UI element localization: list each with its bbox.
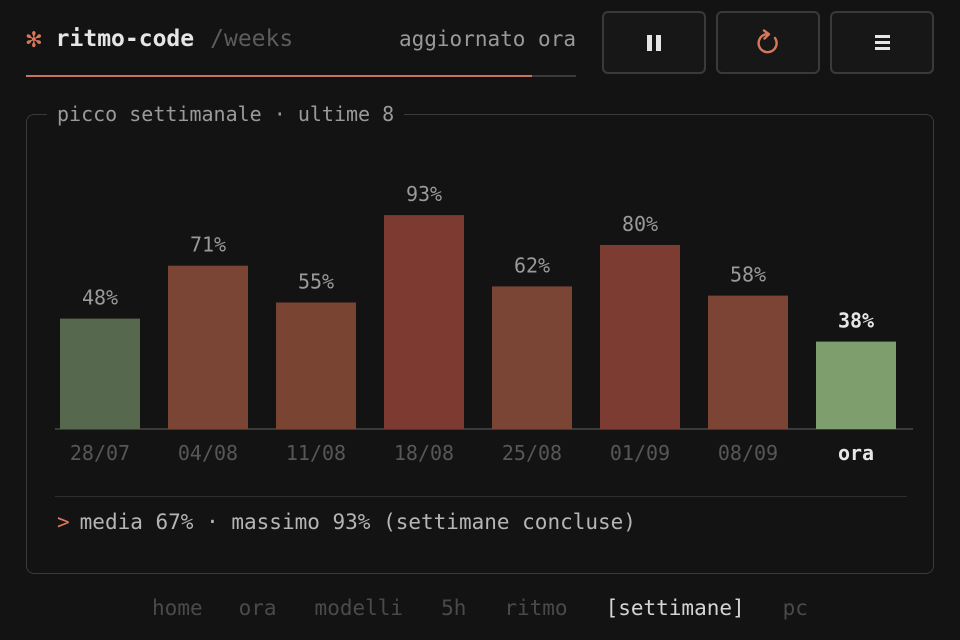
bar-value-label: 93% bbox=[406, 182, 442, 206]
x-tick-label: 08/09 bbox=[718, 441, 778, 465]
nav-item-ora[interactable]: ora bbox=[239, 596, 277, 620]
pause-icon bbox=[647, 34, 661, 51]
view-name: /weeks bbox=[210, 26, 294, 52]
bar-value-label: 38% bbox=[838, 309, 874, 333]
bar-08/09 bbox=[708, 295, 788, 429]
x-tick-label: 28/07 bbox=[70, 441, 130, 465]
menu-button[interactable] bbox=[830, 11, 934, 74]
bar-01/09 bbox=[600, 245, 680, 429]
bar-value-label: 48% bbox=[82, 286, 118, 310]
weekly-peak-panel: picco settimanale · ultime 8 48% 28/07 71%… bbox=[26, 101, 934, 574]
asterisk-icon: ✻ bbox=[26, 24, 42, 54]
bar-ora bbox=[816, 341, 896, 429]
prompt-icon: > bbox=[57, 510, 70, 534]
x-tick-label: 18/08 bbox=[394, 441, 454, 465]
bar-value-label: 80% bbox=[622, 212, 658, 236]
refresh-progress-fill bbox=[26, 75, 532, 77]
summary-text: media 67% · massimo 93% (settimane concl… bbox=[79, 510, 636, 534]
bar-value-label: 55% bbox=[298, 270, 334, 294]
bar-25/08 bbox=[492, 286, 572, 429]
bar-value-label: 58% bbox=[730, 263, 766, 287]
nav-item-settimane[interactable]: [settimane] bbox=[606, 596, 745, 620]
summary-line: > media 67% · massimo 93% (settimane conc… bbox=[57, 507, 636, 537]
title-row: ✻ ritmo-code /weeks bbox=[26, 22, 293, 56]
nav-item-home[interactable]: home bbox=[152, 596, 203, 620]
bar-04/08 bbox=[168, 265, 248, 429]
x-tick-label: 25/08 bbox=[502, 441, 562, 465]
refresh-icon bbox=[757, 28, 778, 53]
x-tick-label: ora bbox=[838, 441, 874, 465]
nav-item-pc[interactable]: pc bbox=[783, 596, 808, 620]
x-tick-label: 11/08 bbox=[286, 441, 346, 465]
bar-28/07 bbox=[60, 318, 140, 429]
pause-button[interactable] bbox=[602, 11, 706, 74]
header: ✻ ritmo-code /weeks aggiornato ora bbox=[26, 22, 576, 78]
refresh-progress-bar bbox=[26, 75, 576, 77]
x-tick-label: 04/08 bbox=[178, 441, 238, 465]
menu-icon bbox=[874, 35, 890, 50]
nav-item-modelli[interactable]: modelli bbox=[315, 596, 404, 620]
bar-11/08 bbox=[276, 302, 356, 429]
bar-value-label: 62% bbox=[514, 253, 550, 277]
nav-item-ritmo[interactable]: ritmo bbox=[504, 596, 567, 620]
update-status: aggiornato ora bbox=[398, 27, 576, 51]
bar-value-label: 71% bbox=[190, 233, 226, 257]
weekly-peak-chart: 48% 28/07 71% 04/08 55% 11/08 93% 18/08 62% 25/08… bbox=[55, 182, 913, 465]
refresh-button[interactable] bbox=[716, 11, 820, 74]
bar-18/08 bbox=[384, 215, 464, 429]
x-tick-label: 01/09 bbox=[610, 441, 670, 465]
summary-divider bbox=[55, 496, 907, 497]
nav-item-5h[interactable]: 5h bbox=[441, 596, 466, 620]
bottom-nav: home ora modelli 5h ritmo [settimane] pc bbox=[0, 592, 960, 624]
app-name: ritmo-code bbox=[55, 26, 195, 52]
